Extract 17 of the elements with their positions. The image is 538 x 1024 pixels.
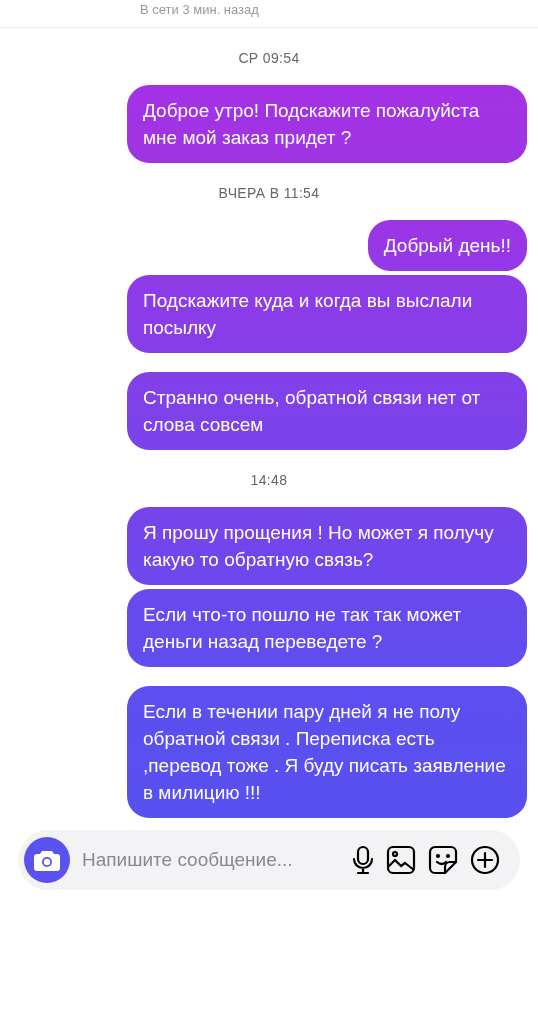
camera-icon <box>34 849 60 871</box>
timestamp: ВЧЕРА В 11:54 <box>218 184 320 203</box>
message-bubble: Подскажите куда и когда вы выслали посылку <box>127 275 527 353</box>
sticker-icon[interactable] <box>428 845 458 875</box>
message-bubble: Доброе утро! Подскажите пожалуйста мне мой заказ придет ? <box>127 85 527 163</box>
microphone-icon[interactable] <box>352 845 374 875</box>
timestamp: СР 09:54 <box>238 49 300 68</box>
message-bubble: Я прошу прощения ! Но может я получу какую то обратную связь? <box>127 507 527 585</box>
message-bubble: Если что-то пошло не так так может деньги назад переведете ? <box>127 589 527 667</box>
add-icon[interactable] <box>470 845 500 875</box>
timestamp: 14:48 <box>250 471 288 490</box>
online-status: В сети 3 мин. назад <box>140 2 259 17</box>
message-bubble: Если в течении пару дней я не полу обратной связи . Переписка есть ,перевод тоже . Я буду писать заявление в милицию !!! <box>127 686 527 818</box>
image-icon[interactable] <box>386 845 416 875</box>
message-bubble: Добрый день!! <box>367 220 527 271</box>
camera-button[interactable] <box>24 837 70 883</box>
message-bubble: Странно очень, обратной связи нет от слова совсем <box>127 372 527 450</box>
